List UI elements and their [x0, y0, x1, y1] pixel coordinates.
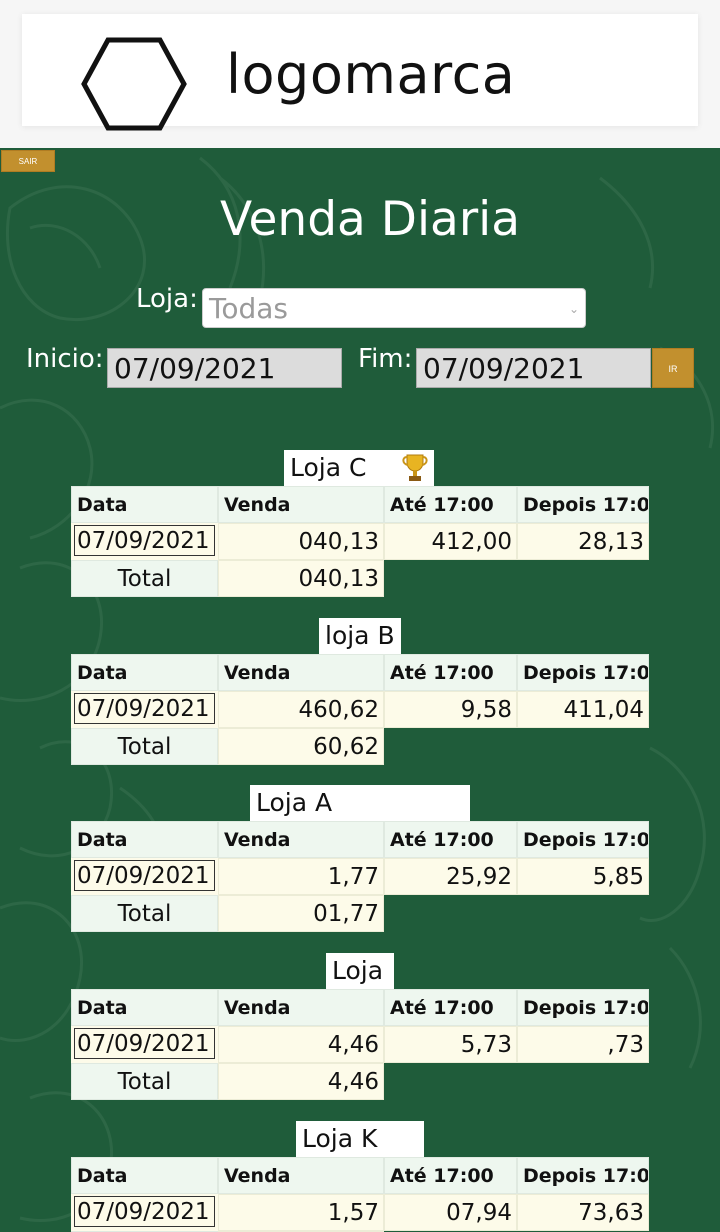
column-header: Venda: [218, 821, 384, 858]
total-label: Total: [71, 1063, 218, 1100]
date-cell: 07/09/2021: [71, 858, 218, 895]
date-cell: 07/09/2021: [71, 523, 218, 560]
venda-cell: 1,57: [218, 1194, 384, 1231]
venda-cell: 1,77: [218, 858, 384, 895]
store-sales-table: DataVendaAté 17:00Depois 17:0007/09/2021…: [71, 486, 649, 598]
ate-cell: 25,92: [384, 858, 517, 895]
venda-cell: 4,46: [218, 1026, 384, 1063]
depois-cell: ,73: [517, 1026, 649, 1063]
go-button[interactable]: IR: [652, 348, 694, 388]
table-row: 07/09/2021 460,62 9,58 411,04: [71, 691, 649, 728]
page-title: Venda Diaria: [219, 192, 520, 247]
column-header: Data: [71, 821, 218, 858]
date-value: 07/09/2021: [74, 1196, 215, 1227]
column-header: Data: [71, 989, 218, 1026]
table-row: 07/09/2021 1,77 25,92 5,85: [71, 858, 649, 895]
date-value: 07/09/2021: [74, 525, 215, 556]
store-title: Loja A: [250, 785, 470, 821]
depois-cell: 411,04: [517, 691, 649, 728]
depois-cell: 28,13: [517, 523, 649, 560]
date-value: 07/09/2021: [74, 693, 215, 724]
store-sales-table: DataVendaAté 17:00Depois 17:0007/09/2021…: [71, 1157, 649, 1232]
column-header: Até 17:00: [384, 989, 517, 1026]
ate-cell: 5,73: [384, 1026, 517, 1063]
main-panel: SAIR Venda Diaria Loja: Todas ⌄ Inicio: …: [0, 148, 720, 1232]
start-label: Inicio:: [26, 344, 104, 374]
store-sales-table: DataVendaAté 17:00Depois 17:0007/09/2021…: [71, 821, 649, 933]
column-header: Depois 17:00: [517, 821, 649, 858]
store-sales-table: DataVendaAté 17:00Depois 17:0007/09/2021…: [71, 989, 649, 1101]
total-value: 60,62: [218, 728, 384, 765]
end-label: Fim:: [358, 344, 413, 374]
total-label: Total: [71, 728, 218, 765]
table-header-row: DataVendaAté 17:00Depois 17:00: [71, 654, 649, 691]
column-header: Até 17:00: [384, 486, 517, 523]
table-header-row: DataVendaAté 17:00Depois 17:00: [71, 989, 649, 1026]
ate-cell: 412,00: [384, 523, 517, 560]
column-header: Data: [71, 1157, 218, 1194]
start-date-input[interactable]: 07/09/2021: [107, 348, 342, 388]
ate-cell: 07,94: [384, 1194, 517, 1231]
total-value: 01,77: [218, 895, 384, 932]
logo-text: logomarca: [226, 43, 516, 106]
date-cell: 07/09/2021: [71, 1026, 218, 1063]
column-header: Data: [71, 486, 218, 523]
table-row: 07/09/2021 4,46 5,73,73: [71, 1026, 649, 1063]
total-row: Total 040,13: [71, 560, 384, 597]
column-header: Depois 17:00: [517, 1157, 649, 1194]
store-title: loja B: [319, 618, 401, 654]
column-header: Data: [71, 654, 218, 691]
hexagon-logo-icon: [81, 37, 187, 131]
trophy-icon: [402, 454, 428, 481]
column-header: Depois 17:00: [517, 654, 649, 691]
table-row: 07/09/2021 1,57 07,94 73,63: [71, 1194, 649, 1231]
column-header: Depois 17:00: [517, 989, 649, 1026]
column-header: Até 17:00: [384, 1157, 517, 1194]
store-label: Loja:: [136, 284, 198, 314]
total-row: Total 4,46: [71, 1063, 384, 1100]
date-value: 07/09/2021: [74, 1028, 215, 1059]
table-header-row: DataVendaAté 17:00Depois 17:00: [71, 821, 649, 858]
column-header: Até 17:00: [384, 654, 517, 691]
store-sales-table: DataVendaAté 17:00Depois 17:0007/09/2021…: [71, 654, 649, 766]
column-header: Depois 17:00: [517, 486, 649, 523]
date-cell: 07/09/2021: [71, 1194, 218, 1231]
column-header: Venda: [218, 654, 384, 691]
column-header: Venda: [218, 1157, 384, 1194]
total-label: Total: [71, 895, 218, 932]
column-header: Venda: [218, 989, 384, 1026]
venda-cell: 460,62: [218, 691, 384, 728]
total-row: Total 01,77: [71, 895, 384, 932]
ate-cell: 9,58: [384, 691, 517, 728]
total-row: Total 60,62: [71, 728, 384, 765]
total-value: 040,13: [218, 560, 384, 597]
total-value: 4,46: [218, 1063, 384, 1100]
store-select-value: Todas: [209, 292, 288, 325]
venda-cell: 040,13: [218, 523, 384, 560]
table-header-row: DataVendaAté 17:00Depois 17:00: [71, 1157, 649, 1194]
store-select[interactable]: Todas ⌄: [202, 288, 586, 328]
date-cell: 07/09/2021: [71, 691, 218, 728]
depois-cell: 73,63: [517, 1194, 649, 1231]
store-title: Loja K: [296, 1121, 424, 1157]
total-label: Total: [71, 560, 218, 597]
date-value: 07/09/2021: [74, 860, 215, 891]
exit-button[interactable]: SAIR: [1, 150, 55, 172]
chevron-down-icon: ⌄: [568, 302, 579, 316]
header: logomarca: [22, 14, 698, 131]
depois-cell: 5,85: [517, 858, 649, 895]
column-header: Venda: [218, 486, 384, 523]
end-date-input[interactable]: 07/09/2021: [416, 348, 651, 388]
column-header: Até 17:00: [384, 821, 517, 858]
table-row: 07/09/2021 040,13 412,00 28,13: [71, 523, 649, 560]
table-header-row: DataVendaAté 17:00Depois 17:00: [71, 486, 649, 523]
store-title: Loja: [326, 953, 394, 989]
